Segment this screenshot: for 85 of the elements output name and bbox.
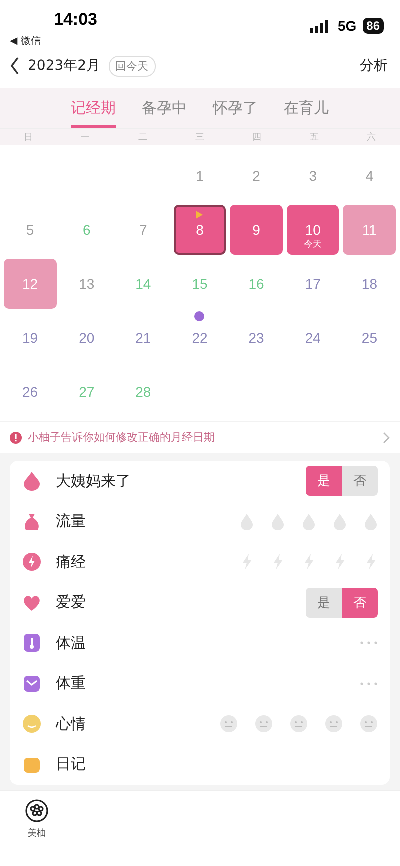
weekday-label: 日: [23, 132, 34, 144]
record-label: 痛经: [56, 552, 87, 572]
day-cell[interactable]: 6: [60, 205, 114, 255]
chevron-right-icon: [383, 432, 390, 444]
month-title: 2023年2月: [28, 57, 101, 75]
analysis-link[interactable]: 分析: [360, 57, 388, 75]
back-to-today-button[interactable]: 回今天: [108, 56, 156, 76]
bolt-rating-icon: [302, 553, 316, 572]
weekday-label: 三: [194, 132, 206, 144]
help-tip-link[interactable]: 小柚子告诉你如何修改正确的月经日期: [28, 430, 377, 445]
period-day-cell[interactable]: 10 今天: [286, 205, 340, 255]
choice-button[interactable]: 否: [342, 466, 378, 496]
back-to-app-link[interactable]: ◀ 微信: [10, 34, 41, 48]
thermometer-icon: [22, 633, 42, 654]
bolt-rating-icon: [333, 553, 347, 572]
bolt-circle-icon: [22, 552, 42, 572]
weekday-label: 四: [252, 132, 263, 144]
choice-button[interactable]: 是: [306, 588, 342, 618]
day-cell[interactable]: 4: [343, 151, 396, 201]
day-cell[interactable]: 3: [286, 151, 340, 201]
record-label: 日记: [56, 755, 87, 774]
record-label: 流量: [56, 512, 87, 532]
drop-rating-icon: [240, 512, 254, 531]
drop-rating-icon: [271, 512, 285, 531]
battery-level: 86: [362, 18, 384, 34]
day-cell[interactable]: 2: [230, 151, 283, 201]
bag-icon: [22, 512, 42, 532]
day-cell[interactable]: 23: [230, 313, 283, 363]
weekday-label: 六: [366, 132, 377, 144]
today-label: 今天: [304, 238, 322, 251]
period-day-cell[interactable]: 9: [230, 205, 283, 255]
more-icon: [360, 682, 378, 686]
day-cell[interactable]: 19: [4, 313, 57, 363]
choice-button[interactable]: 是: [306, 466, 342, 496]
day-cell[interactable]: 17: [286, 259, 340, 309]
record-label: 大姨妈来了: [56, 472, 132, 491]
mode-tab[interactable]: 备孕中: [142, 98, 187, 128]
period-day-cell[interactable]: 8: [174, 205, 226, 255]
day-cell[interactable]: 24: [286, 313, 340, 363]
bolt-rating-icon: [240, 553, 254, 572]
record-label: 体温: [56, 634, 87, 653]
day-cell[interactable]: 18: [343, 259, 396, 309]
drop-rating-icon: [333, 512, 347, 531]
citrus-slice-icon: [25, 799, 49, 823]
day-cell[interactable]: 27: [60, 367, 114, 417]
drop-rating-icon: [364, 512, 378, 531]
predicted-day-cell[interactable]: 12: [4, 259, 57, 309]
day-cell[interactable]: 21: [117, 313, 170, 363]
mood-face-icon: [290, 715, 308, 734]
day-cell[interactable]: 15: [174, 259, 226, 309]
day-cell[interactable]: 13: [60, 259, 114, 309]
day-cell[interactable]: 25: [343, 313, 396, 363]
smiley-icon: [22, 714, 42, 734]
more-icon: [360, 641, 378, 646]
day-cell[interactable]: 1: [174, 151, 226, 201]
record-label: 心情: [56, 714, 87, 734]
bolt-rating-icon: [364, 553, 378, 572]
mode-tab[interactable]: 在育儿: [284, 98, 329, 128]
day-cell[interactable]: 26: [4, 367, 57, 417]
record-label: 体重: [56, 674, 87, 694]
day-cell[interactable]: 14: [117, 259, 170, 309]
mood-face-icon: [325, 715, 343, 734]
predicted-day-cell[interactable]: 11: [343, 205, 396, 255]
mood-face-icon: [360, 715, 378, 734]
mode-tab[interactable]: 怀孕了: [213, 98, 258, 128]
day-cell[interactable]: 5: [4, 205, 57, 255]
weekday-label: 二: [137, 132, 148, 144]
mood-face-icon: [220, 715, 238, 734]
day-cell[interactable]: 20: [60, 313, 114, 363]
day-cell[interactable]: 28: [117, 367, 170, 417]
alert-icon: [10, 432, 22, 444]
nav-tab[interactable]: 美柚: [22, 799, 52, 866]
choice-button[interactable]: 否: [342, 588, 378, 618]
drop-icon: [22, 471, 42, 492]
day-cell[interactable]: 22: [174, 313, 226, 363]
clock-time: 14:03: [54, 10, 98, 30]
day-cell[interactable]: 7: [117, 205, 170, 255]
network-type: 5G: [338, 18, 357, 34]
mood-face-icon: [255, 715, 273, 734]
record-label: 爱爱: [56, 593, 87, 612]
weekday-label: 五: [308, 132, 320, 144]
drop-rating-icon: [302, 512, 316, 531]
back-icon: [10, 57, 20, 75]
day-cell[interactable]: 16: [230, 259, 283, 309]
bolt-rating-icon: [271, 553, 285, 572]
